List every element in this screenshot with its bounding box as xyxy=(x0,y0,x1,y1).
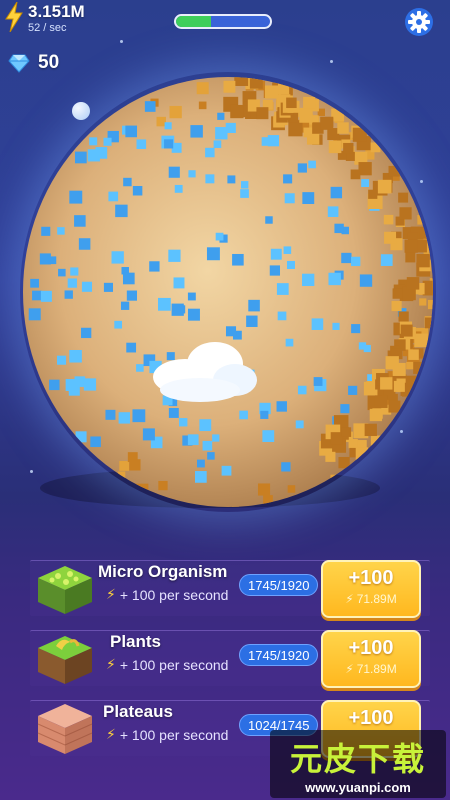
energy-value: 3.151M xyxy=(28,2,85,21)
watermark-title: 元皮下载 xyxy=(289,740,426,778)
upgrade-name: Plants xyxy=(110,632,162,651)
buy-plants-button[interactable]: +100 ⚡ 71.89M xyxy=(321,630,421,688)
buy-micro-organism-button[interactable]: +100 ⚡ 71.89M xyxy=(321,560,421,618)
diamond-icon xyxy=(8,54,30,73)
buy-cost: ⚡ 71.89M xyxy=(323,592,419,606)
upgrade-rate: ⚡ + 100 per second xyxy=(106,656,228,673)
watermark-url: www.yuanpi.com xyxy=(305,780,411,795)
planet-glow xyxy=(20,72,436,512)
upgrade-rate-text: + 100 per second xyxy=(119,586,229,603)
star xyxy=(330,60,333,63)
upgrade-row-plants: Plants ⚡ + 100 per second 1745/1920 +100… xyxy=(0,622,450,692)
star xyxy=(120,40,123,43)
watermark-logo: 元皮下载 www.yuanpi.com xyxy=(270,730,446,798)
upgrade-rate: ⚡ + 100 per second xyxy=(106,726,228,743)
gem-count: 50 xyxy=(38,52,60,73)
buy-cost: ⚡ 71.89M xyxy=(323,662,419,676)
lightning-bolt-icon: ⚡ xyxy=(106,586,116,602)
lightning-bolt-icon: ⚡ xyxy=(345,592,354,606)
upgrade-name: Plateaus xyxy=(103,702,173,721)
moss-tile-icon xyxy=(38,566,92,614)
buy-button-label: +100 xyxy=(348,637,394,659)
energy-rate: 52 / sec xyxy=(28,22,67,34)
buy-button-label: +100 xyxy=(348,567,394,589)
grass-tile-icon xyxy=(38,636,92,684)
upgrade-rate-text: + 100 per second xyxy=(119,656,229,673)
lightning-bolt-icon xyxy=(5,2,23,32)
buy-cost-value: 71.89M xyxy=(356,592,397,606)
energy-counter: 3.151M 52 / sec xyxy=(4,2,85,34)
gem-counter: 50 xyxy=(8,52,59,74)
lightning-bolt-icon: ⚡ xyxy=(106,726,116,742)
level-progress-fill xyxy=(176,16,211,27)
lightning-bolt-icon: ⚡ xyxy=(345,662,354,676)
buy-cost-value: 71.89M xyxy=(356,662,397,676)
upgrade-row-micro-organism: Micro Organism ⚡ + 100 per second 1745/1… xyxy=(0,552,450,622)
buy-button-label: +100 xyxy=(348,707,394,729)
gear-icon[interactable] xyxy=(404,7,434,37)
upgrade-rate-text: + 100 per second xyxy=(119,726,229,743)
upgrade-count: 1745/1920 xyxy=(239,644,319,666)
upgrade-count: 1745/1920 xyxy=(239,574,319,596)
rock-tile-icon xyxy=(37,704,93,754)
level-progress-bar xyxy=(174,14,272,29)
upgrade-name: Micro Organism xyxy=(98,562,228,581)
upgrade-rate: ⚡ + 100 per second xyxy=(106,586,228,603)
lightning-bolt-icon: ⚡ xyxy=(106,656,116,672)
planet[interactable] xyxy=(20,72,436,512)
